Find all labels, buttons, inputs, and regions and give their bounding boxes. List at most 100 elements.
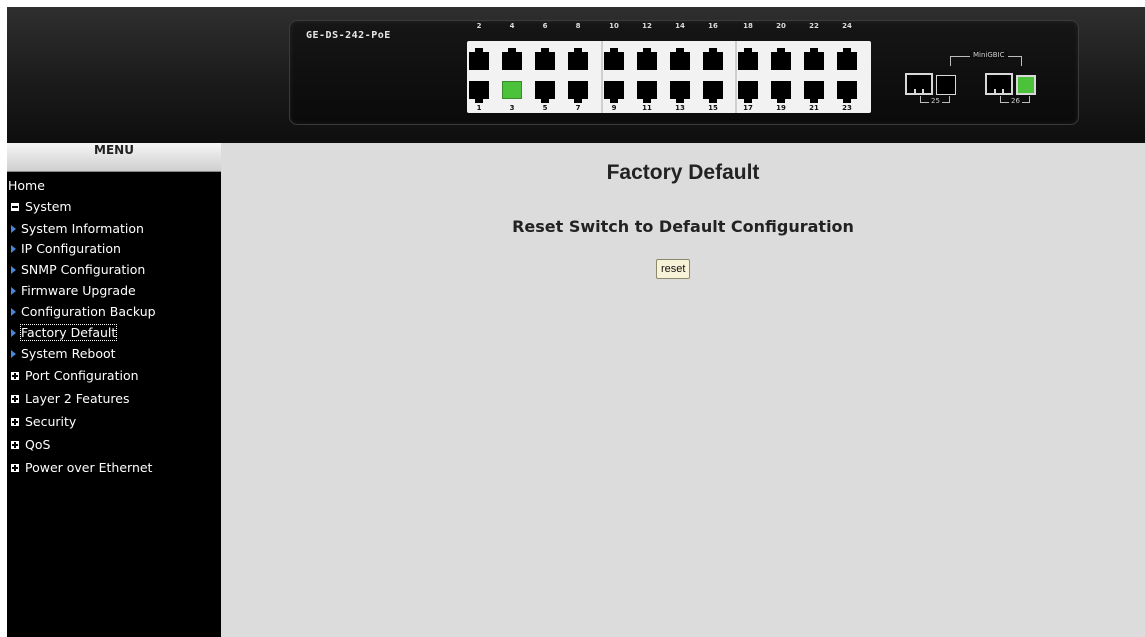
port-number-10: 10 xyxy=(609,22,619,30)
port-number-23: 23 xyxy=(842,104,852,112)
page-title: Factory Default xyxy=(606,161,760,184)
sfp-copper-port-26 xyxy=(985,73,1013,95)
port-number-3: 3 xyxy=(509,104,515,112)
nav-home-link[interactable]: Home xyxy=(8,178,45,193)
blue-triangle-icon xyxy=(11,265,16,274)
port-number-18: 18 xyxy=(743,22,753,30)
ethernet-port-4 xyxy=(502,48,522,70)
port-number-5: 5 xyxy=(542,104,548,112)
port-number-24: 24 xyxy=(842,22,852,30)
minigbic-label: MiniGBIC xyxy=(970,51,1008,59)
reset-button[interactable]: reset xyxy=(656,259,691,279)
port-number-11: 11 xyxy=(642,104,652,112)
ethernet-port-19 xyxy=(771,81,791,103)
plus-box-icon xyxy=(11,394,19,403)
nav-group-label: Power over Ethernet xyxy=(25,460,153,475)
plus-box-icon xyxy=(11,463,19,472)
nav-group-system[interactable]: System xyxy=(11,199,72,214)
ethernet-port-7 xyxy=(568,81,588,103)
ethernet-port-15 xyxy=(703,81,723,103)
nav-group-qos[interactable]: QoS xyxy=(11,437,50,452)
nav-item-configuration-backup[interactable]: Configuration Backup xyxy=(11,304,156,319)
plus-box-icon xyxy=(11,440,19,449)
ethernet-port-2 xyxy=(469,48,489,70)
sfp-copper-port-25 xyxy=(905,73,933,95)
nav-group-label: Layer 2 Features xyxy=(25,391,130,406)
ethernet-port-9 xyxy=(604,81,624,103)
blue-triangle-icon xyxy=(11,307,16,316)
port-number-2: 2 xyxy=(476,22,482,30)
port-number-19: 19 xyxy=(776,104,786,112)
blue-triangle-icon xyxy=(11,286,16,295)
nav-item-label: System Reboot xyxy=(21,346,116,361)
sfp-fiber-port-26-active xyxy=(1016,75,1036,95)
main-content: Factory Default Reset Switch to Default … xyxy=(221,143,1145,637)
ethernet-port-6 xyxy=(535,48,555,70)
port-number-15: 15 xyxy=(708,104,718,112)
nav-item-ip-configuration[interactable]: IP Configuration xyxy=(11,241,121,256)
port-number-8: 8 xyxy=(575,22,581,30)
nav-group-label: System xyxy=(25,199,72,214)
ethernet-port-23 xyxy=(837,81,857,103)
nav-item-system-information[interactable]: System Information xyxy=(11,221,144,236)
ethernet-port-1 xyxy=(469,81,489,103)
nav-item-factory-default[interactable]: Factory Default xyxy=(11,324,118,341)
plus-box-icon xyxy=(11,417,19,426)
ethernet-port-22 xyxy=(804,48,824,70)
sfp-fiber-port-25 xyxy=(936,75,956,95)
sidebar-menu: MENU Home System System Information IP C… xyxy=(7,143,221,637)
ethernet-port-11 xyxy=(637,81,657,103)
nav-item-label: Firmware Upgrade xyxy=(21,283,136,298)
port-group-divider xyxy=(601,41,603,113)
port-number-1: 1 xyxy=(476,104,482,112)
port-group-divider xyxy=(735,41,737,113)
nav-group-layer-2-features[interactable]: Layer 2 Features xyxy=(11,391,130,406)
nav-group-port-configuration[interactable]: Port Configuration xyxy=(11,368,139,383)
port-label-26: 26 xyxy=(1009,97,1022,105)
nav-group-power-over-ethernet[interactable]: Power over Ethernet xyxy=(11,460,152,475)
nav-item-label: SNMP Configuration xyxy=(21,262,146,277)
port-number-16: 16 xyxy=(708,22,718,30)
port-number-20: 20 xyxy=(776,22,786,30)
nav-group-label: Security xyxy=(25,414,77,429)
ethernet-port-21 xyxy=(804,81,824,103)
ethernet-port-3-active xyxy=(502,81,522,99)
nav-item-system-reboot[interactable]: System Reboot xyxy=(11,346,116,361)
ethernet-port-18 xyxy=(738,48,758,70)
port-number-4: 4 xyxy=(509,22,515,30)
nav-item-firmware-upgrade[interactable]: Firmware Upgrade xyxy=(11,283,136,298)
port-number-12: 12 xyxy=(642,22,652,30)
ethernet-port-16 xyxy=(703,48,723,70)
nav-item-label: Configuration Backup xyxy=(21,304,156,319)
port-panel: 2 4 6 8 10 12 14 16 18 20 22 24 1 3 5 7 … xyxy=(467,22,871,113)
ethernet-port-10 xyxy=(604,48,624,70)
blue-triangle-icon xyxy=(11,328,16,337)
ethernet-port-12 xyxy=(637,48,657,70)
blue-triangle-icon xyxy=(11,349,16,358)
port-number-21: 21 xyxy=(809,104,819,112)
ethernet-port-17 xyxy=(738,81,758,103)
plus-box-icon xyxy=(11,371,19,380)
port-number-22: 22 xyxy=(809,22,819,30)
ethernet-port-20 xyxy=(771,48,791,70)
ethernet-port-13 xyxy=(670,81,690,103)
nav-item-label: System Information xyxy=(21,221,144,236)
port-number-6: 6 xyxy=(542,22,548,30)
port-label-25: 25 xyxy=(929,97,942,105)
nav-item-label: IP Configuration xyxy=(21,241,121,256)
port-number-17: 17 xyxy=(743,104,753,112)
nav-group-label: QoS xyxy=(25,437,51,452)
port-number-9: 9 xyxy=(611,104,617,112)
minus-box-icon xyxy=(11,202,19,211)
menu-title: MENU xyxy=(7,143,221,172)
nav-group-security[interactable]: Security xyxy=(11,414,76,429)
ethernet-port-8 xyxy=(568,48,588,70)
blue-triangle-icon xyxy=(11,244,16,253)
nav-group-label: Port Configuration xyxy=(25,368,139,383)
ethernet-port-24 xyxy=(837,48,857,70)
header-banner: GE-DS-242-PoE 2 4 6 8 10 12 14 16 18 20 … xyxy=(7,7,1145,143)
nav-item-snmp-configuration[interactable]: SNMP Configuration xyxy=(11,262,145,277)
port-number-14: 14 xyxy=(675,22,685,30)
port-number-7: 7 xyxy=(575,104,581,112)
port-number-13: 13 xyxy=(675,104,685,112)
